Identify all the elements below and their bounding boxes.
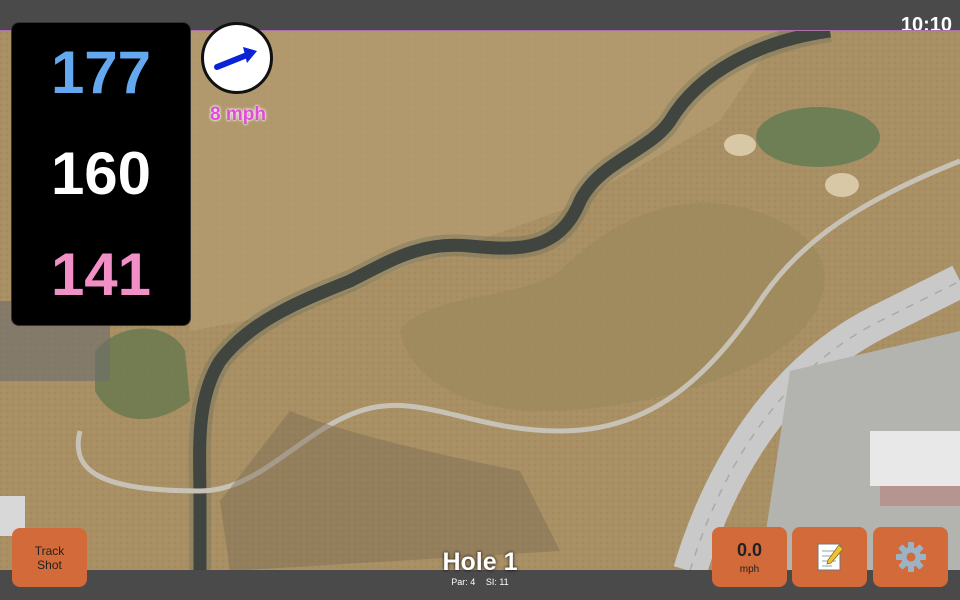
hole-title: Hole 1 [442,548,518,576]
wind-speed-button[interactable]: 0.0 mph [712,527,787,587]
notepad-icon [817,543,844,571]
track-shot-label-line1: Track [34,543,65,558]
front-distance: 141 [50,240,152,308]
hole-info: Par: 4 SI: 11 [380,577,580,587]
track-shot-label-line2: Shot [37,557,62,572]
settings-button[interactable] [873,527,948,587]
track-shot-button[interactable]: Track Shot [12,528,87,587]
wind-direction-arrow-icon [214,47,257,70]
wind-indicator [201,22,273,94]
wind-speed-unit: mph [739,563,760,575]
notes-button[interactable] [792,527,867,587]
back-distance: 177 [50,39,152,107]
middle-distance: 160 [50,139,152,207]
gear-icon [895,542,926,572]
wind-speed-value: 0.0 [736,539,763,560]
distance-panel: 177 160 141 [11,22,191,326]
stroke-index-label: SI: 11 [485,577,509,587]
par-label: Par: 4 [451,577,476,587]
wind-speed-label: 8 mph [210,104,266,125]
